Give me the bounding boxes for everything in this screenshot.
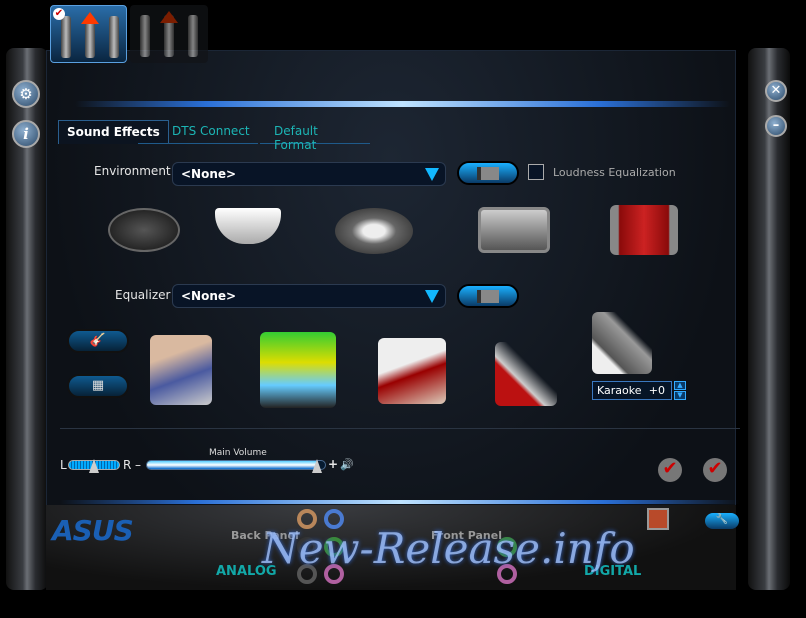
asus-logo: ASUS [52,514,134,547]
karaoke-down-button[interactable]: ▼ [674,391,686,400]
spdif-panel-icon[interactable] [647,508,669,530]
volume-minus-label: – [135,458,141,472]
default-check-icon[interactable]: ✔ [703,458,727,482]
balance-right-label: R [123,458,132,472]
equalizer-panel-button[interactable]: ▦ [67,374,129,398]
karaoke-value: +0 [648,384,665,397]
environment-preset-generic-icon[interactable] [108,208,180,252]
main-volume-thumb[interactable] [312,459,322,473]
guitar-mode-button[interactable]: 🎸 [67,329,129,353]
bottom-glow-divider [60,500,740,504]
balance-left-label: L [60,458,67,472]
equalizer-toggle[interactable] [457,284,519,308]
apply-check-icon[interactable]: ✔ [658,458,682,482]
settings-button[interactable]: ⚙ [12,80,40,108]
main-volume-label: Main Volume [209,448,267,458]
volume-plus-label: + [328,457,339,471]
loudness-label: Loudness Equalization [553,166,676,179]
plug-icon [61,16,71,58]
equalizer-preset-pop-icon[interactable] [150,335,212,405]
equalizer-value: <None> [181,289,237,303]
main-volume-slider[interactable] [146,460,326,470]
loudness-checkbox[interactable] [528,164,544,180]
info-button[interactable]: i [12,120,40,148]
tab-default-format[interactable]: Default Format [260,120,370,152]
environment-preset-theater-icon[interactable] [610,205,678,255]
watermark: New-Release.info [262,524,635,573]
tab-dts-connect[interactable]: DTS Connect [138,120,258,144]
device-tab-analog[interactable]: ✔ [50,5,127,63]
karaoke-microphone-icon[interactable] [592,312,652,374]
device-tab-digital[interactable] [130,5,208,63]
top-glow-divider [75,101,730,107]
environment-select[interactable]: <None> [172,162,446,186]
close-button[interactable]: ✕ [765,80,787,102]
balance-slider-thumb[interactable] [89,459,99,473]
equalizer-preset-club-icon[interactable] [378,338,446,404]
plug-icon [109,16,119,58]
equalizer-label: Equalizer [115,288,171,302]
dropdown-arrow-icon [425,168,439,181]
speaker-mute-icon[interactable]: 🔊 [340,458,354,471]
equalizer-select[interactable]: <None> [172,284,446,308]
environment-label: Environment [94,164,171,178]
arrow-up-icon [160,11,178,23]
equalizer-preset-live-icon[interactable] [260,332,336,408]
dropdown-arrow-icon [425,290,439,303]
plug-icon [140,15,150,57]
minimize-button[interactable]: – [765,115,787,137]
connector-settings-wrench-icon[interactable]: 🔧 [705,513,739,529]
equalizer-preset-rock-icon[interactable] [495,342,557,406]
environment-preset-stadium-icon[interactable] [335,208,413,254]
arrow-up-icon [81,12,99,24]
environment-preset-room-icon[interactable] [478,207,550,253]
environment-toggle[interactable] [457,161,519,185]
karaoke-field[interactable]: Karaoke +0 [592,381,672,400]
divider [60,428,740,429]
plug-icon [188,15,198,57]
karaoke-label: Karaoke [597,384,642,397]
karaoke-up-button[interactable]: ▲ [674,381,686,390]
environment-value: <None> [181,167,237,181]
check-icon: ✔ [53,8,65,20]
